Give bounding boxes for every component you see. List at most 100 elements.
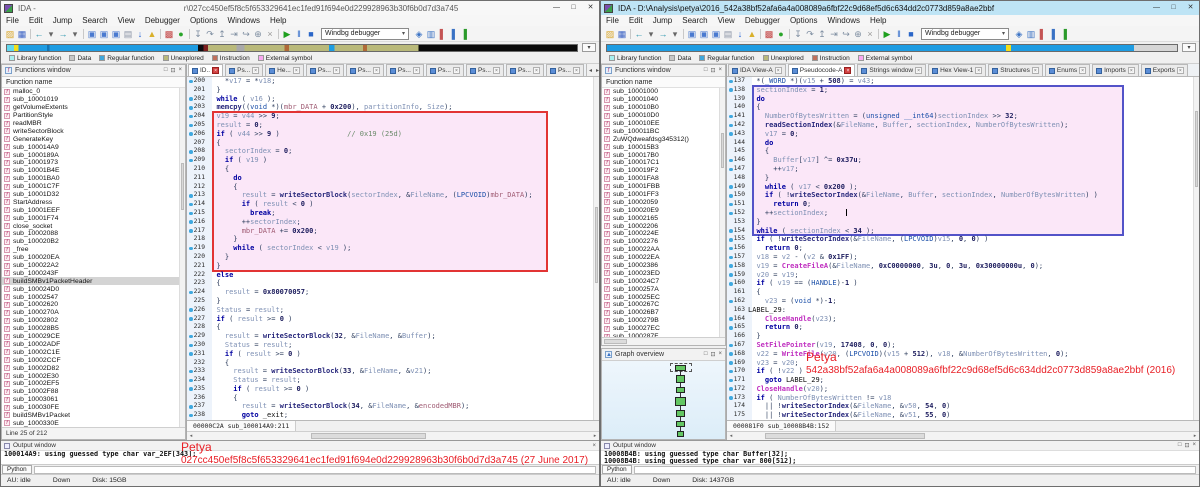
tab-close-icon[interactable]: × xyxy=(252,67,259,74)
code-line[interactable]: 143 v17 = 0; xyxy=(727,130,1199,139)
code-line[interactable]: 234 Status = result; xyxy=(187,376,599,385)
code-line[interactable]: 202 while ( v16 ); xyxy=(187,95,599,104)
panel-close-icon[interactable]: × xyxy=(178,67,182,74)
start-process-icon[interactable]: ▶ xyxy=(281,28,293,40)
function-row[interactable]: fsub_10001973 xyxy=(2,159,185,167)
function-name-header[interactable]: Function name xyxy=(602,77,725,88)
function-row[interactable]: fsub_100011BC xyxy=(602,127,725,135)
functions-window-titlebar[interactable]: f Functions window □⊡× xyxy=(2,65,185,77)
function-row[interactable]: fsub_100010B0 xyxy=(602,104,725,112)
function-row[interactable]: fwriteSectorBlock xyxy=(2,127,185,135)
menu-jump[interactable]: Jump xyxy=(48,16,78,25)
function-row[interactable]: fsub_10001FA8 xyxy=(602,175,725,183)
code-line[interactable]: 213 result = writeSectorBlock(sectorInde… xyxy=(187,191,599,200)
panel-float-icon[interactable]: ⊡ xyxy=(1184,442,1189,449)
minimize-button[interactable]: — xyxy=(548,1,565,15)
code-line[interactable]: 205 result = 0; xyxy=(187,121,599,130)
nav-dropdown[interactable]: ▾ xyxy=(582,43,596,52)
tab-hex-view-1[interactable]: Hex View-1× xyxy=(928,64,986,76)
panel-restore-icon[interactable]: □ xyxy=(164,67,168,74)
function-row[interactable]: fsub_100022EA xyxy=(602,254,725,262)
step-over-icon[interactable]: ↷ xyxy=(204,28,216,40)
function-row[interactable]: fmalloc_0 xyxy=(2,88,185,96)
code-line[interactable]: 140 { xyxy=(727,103,1199,112)
menu-windows[interactable]: Windows xyxy=(223,16,265,25)
panel-buttons[interactable]: □⊡× xyxy=(704,351,722,358)
function-row[interactable]: fsub_10002EF5 xyxy=(2,380,185,388)
function-row[interactable]: fsub_10002276 xyxy=(602,238,725,246)
code-line[interactable]: 223 { xyxy=(187,279,599,288)
open-folder-icon[interactable]: ▨ xyxy=(604,28,616,40)
function-row[interactable]: fsub_10002088 xyxy=(2,230,185,238)
code-line[interactable]: 172 CloseHandle(v20); xyxy=(727,385,1199,394)
code-line[interactable]: 211 do xyxy=(187,174,599,183)
minimize-button[interactable]: — xyxy=(1148,1,1165,15)
code-line[interactable]: 167 SetFilePointer(v19, 17408, 0, 0); xyxy=(727,341,1199,350)
menu-debugger[interactable]: Debugger xyxy=(740,16,785,25)
tab-close-icon[interactable]: × xyxy=(1079,67,1086,74)
copy-data-icon[interactable]: ▣ xyxy=(686,28,698,40)
function-row[interactable]: fsub_10001FBB xyxy=(602,183,725,191)
scroll-right-icon[interactable]: ▸ xyxy=(1191,432,1199,440)
code-line[interactable]: 144 do xyxy=(727,139,1199,148)
scroll-left-icon[interactable]: ◂ xyxy=(727,432,735,440)
output-window-titlebar[interactable]: Output window × xyxy=(1,441,599,451)
attach-icon[interactable]: ↪ xyxy=(840,28,852,40)
tab-ps-[interactable]: Ps...× xyxy=(306,64,344,76)
code-line[interactable]: 221 } xyxy=(187,262,599,271)
function-row[interactable]: fsub_100020EA xyxy=(2,254,185,262)
function-row[interactable]: fsub_10002547 xyxy=(2,293,185,301)
code-line[interactable]: 154 while ( sectionIndex < 34 ); xyxy=(727,227,1199,236)
tab-ps-[interactable]: Ps...× xyxy=(546,64,584,76)
function-row[interactable]: fsub_1000267C xyxy=(602,301,725,309)
pause-process-icon[interactable]: ‖ xyxy=(293,28,305,40)
tab-close-icon[interactable]: × xyxy=(1128,67,1135,74)
panel-restore-icon[interactable]: □ xyxy=(1178,442,1182,449)
tab-close-icon[interactable]: × xyxy=(573,67,580,74)
code-line[interactable]: 137 *(_WORD *)(v15 + 508) = v43; xyxy=(727,77,1199,86)
function-row[interactable]: fsub_10001B4E xyxy=(2,167,185,175)
code-line[interactable]: 157 v18 = v2 - (v2 & 0x1FF); xyxy=(727,253,1199,262)
code-line[interactable]: 159 v20 = v19; xyxy=(727,271,1199,280)
navigation-band[interactable] xyxy=(6,44,578,52)
function-row[interactable]: fsub_100017C1 xyxy=(602,159,725,167)
graph-overview-titlebar[interactable]: ▲ Graph overview □⊡× xyxy=(602,349,725,361)
function-row[interactable]: fsub_1000224E xyxy=(602,230,725,238)
titlebar[interactable]: IDA - D:\Analysis\petya\2016_542a38bf52a… xyxy=(601,1,1199,15)
tab-scroll-buttons[interactable]: ◂▸ xyxy=(586,64,599,76)
code-line[interactable]: 218 } xyxy=(187,235,599,244)
code-line[interactable]: 151 return 0; xyxy=(727,200,1199,209)
tab-close-icon[interactable]: × xyxy=(1032,67,1039,74)
tab-ps-[interactable]: Ps...× xyxy=(466,64,504,76)
tab-close-icon[interactable]: × xyxy=(212,67,219,74)
function-row[interactable]: fsub_10002F88 xyxy=(2,388,185,396)
code-line[interactable]: 237 result = writeSectorBlock(34, &FileN… xyxy=(187,402,599,411)
function-row[interactable]: fsub_10001C7F xyxy=(2,183,185,191)
breakpoint-icon[interactable]: ⊕ xyxy=(252,28,264,40)
code-line[interactable]: 156 return 0; xyxy=(727,244,1199,253)
print-icon[interactable]: ▤ xyxy=(722,28,734,40)
panel-restore-icon[interactable]: □ xyxy=(704,67,708,74)
tab-close-icon[interactable]: × xyxy=(1177,67,1184,74)
tab-close-icon[interactable]: × xyxy=(373,67,380,74)
function-row[interactable]: fsub_1000243F xyxy=(2,269,185,277)
tab-close-icon[interactable]: × xyxy=(915,67,922,74)
function-row[interactable]: fsub_100024D0 xyxy=(2,285,185,293)
remote-debug-icon[interactable]: ▥ xyxy=(425,28,437,40)
menu-view[interactable]: View xyxy=(113,16,140,25)
save-icon[interactable]: ▦ xyxy=(616,28,628,40)
code-line[interactable]: 208 sectorIndex = 0; xyxy=(187,147,599,156)
code-line[interactable]: 160 if ( v19 == (HANDLE)-1 ) xyxy=(727,279,1199,288)
remote-debug-icon[interactable]: ▥ xyxy=(1025,28,1037,40)
step-into-icon[interactable]: ↧ xyxy=(792,28,804,40)
nav-dropdown[interactable]: ▾ xyxy=(1182,43,1196,52)
code-line[interactable]: 147 ++v17; xyxy=(727,165,1199,174)
code-line[interactable]: 203 memcpy((void *)(mbr_DATA + 0x200), p… xyxy=(187,103,599,112)
code-line[interactable]: 174 || !writeSectorIndex(&FileName, &v50… xyxy=(727,402,1199,411)
function-row[interactable]: fbuildSMBv1Packet xyxy=(2,412,185,420)
tab-ps-[interactable]: Ps...× xyxy=(225,64,263,76)
function-row[interactable]: fsub_100024C7 xyxy=(602,277,725,285)
tab-close-icon[interactable]: × xyxy=(533,67,540,74)
code-line[interactable]: 227 if ( result >= 0 ) xyxy=(187,315,599,324)
tab-pseudocode-a[interactable]: Pseudocode-A× xyxy=(788,64,856,76)
